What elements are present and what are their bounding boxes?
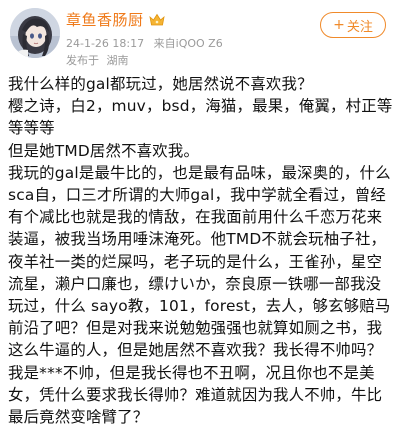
author-line: 章鱼香肠厨: [66, 9, 165, 29]
post-line: 我什么样的gal都玩过，她居然说不喜欢我？: [8, 75, 313, 93]
plus-icon: +: [333, 17, 345, 33]
post-location: 发布于 湖南: [66, 52, 129, 68]
avatar[interactable]: [10, 8, 60, 58]
post-date: 24-1-26 18:17: [66, 37, 145, 50]
post-line: 樱之诗，白2，muv，bsd，海猫，最果，俺翼，村正等等等等: [8, 97, 393, 138]
post-content: 我什么样的gal都玩过，她居然说不喜欢我？ 樱之诗，白2，muv，bsd，海猫，…: [8, 73, 396, 428]
post-header: 章鱼香肠厨 24-1-26 18:17 来自iQOO Z6 发布于 湖南 + 关…: [0, 0, 400, 72]
author-name[interactable]: 章鱼香肠厨: [66, 9, 144, 30]
posted-label: 发布于: [66, 54, 99, 67]
location-text: 湖南: [106, 54, 129, 67]
post-line: 我玩的gal是最牛比的，也是最有品味，最深奥的，什么sca自，口三才所谓的大师g…: [8, 163, 391, 427]
follow-button-label: 关注: [346, 19, 373, 35]
weibo-post-screenshot: 章鱼香肠厨 24-1-26 18:17 来自iQOO Z6 发布于 湖南 + 关…: [0, 0, 400, 446]
avatar-anime-girl-icon: [10, 8, 60, 58]
vip-crown-icon: [148, 12, 165, 26]
post-meta: 24-1-26 18:17 来自iQOO Z6: [66, 35, 223, 51]
post-line: 但是她TMD居然不喜欢我。: [8, 141, 200, 160]
post-source: 来自iQOO Z6: [153, 37, 223, 50]
follow-button[interactable]: + 关注: [320, 12, 386, 38]
